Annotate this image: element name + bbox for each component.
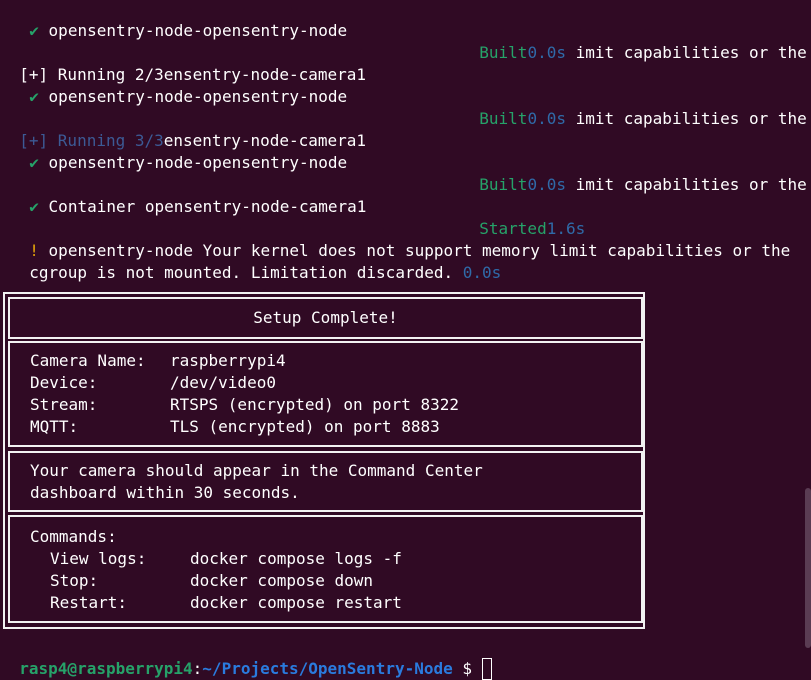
log-line: ! opensentry-node Your kernel does not s…: [10, 218, 790, 260]
check-icon: ✔: [29, 87, 39, 106]
built-status: Built: [479, 109, 528, 128]
log-line: cgroup is not mounted. Limitation discar…: [10, 240, 501, 282]
command-value: docker compose restart: [190, 593, 402, 612]
log-text: opensentry-node-opensentry-node: [48, 21, 348, 40]
log-line: ✔ opensentry-node-opensentry-node: [10, 64, 347, 106]
info-label: Stream:: [30, 395, 98, 414]
log-line: [+] Running 2/3ensentry-node-camera1: [0, 42, 366, 84]
log-text: cgroup is not mounted. Limitation discar…: [29, 263, 454, 282]
commands-title: Commands:: [30, 527, 117, 546]
built-status: Built: [479, 175, 528, 194]
stream-value: RTSPS (encrypted) on port 8322: [170, 395, 459, 414]
command-label: View logs:: [50, 549, 147, 568]
text-cursor[interactable]: [481, 658, 492, 680]
check-icon: ✔: [29, 21, 39, 40]
prompt-path: ~/Projects/OpenSentry-Node: [202, 659, 453, 678]
prompt-separator: :: [192, 659, 203, 678]
shell-prompt[interactable]: rasp4@raspberrypi4:~/Projects/OpenSentry…: [0, 636, 492, 680]
elapsed-time: 0.0s: [527, 109, 566, 128]
log-text: imit capabilities or the: [575, 109, 807, 128]
setup-message-panel: Your camera should appear in the Command…: [8, 451, 643, 512]
log-line: ✔ opensentry-node-opensentry-node: [10, 0, 347, 40]
device-value: /dev/video0: [170, 373, 276, 392]
log-text: opensentry-node-opensentry-node: [48, 153, 348, 172]
info-label: Device:: [30, 373, 98, 392]
log-text: opensentry-node-opensentry-node: [48, 87, 348, 106]
command-value: docker compose logs -f: [190, 549, 402, 568]
prompt-user-host: rasp4@raspberrypi4: [19, 659, 193, 678]
setup-title: Setup Complete!: [253, 308, 398, 327]
check-icon: ✔: [29, 153, 39, 172]
log-line: ✔ Container opensentry-node-camera1: [10, 174, 366, 216]
log-line: Built0.0s imit capabilities or the: [460, 86, 807, 128]
scrollbar[interactable]: [805, 488, 811, 648]
command-label: Restart:: [50, 593, 128, 612]
setup-commands-panel: Commands: View logs: docker compose logs…: [8, 515, 643, 623]
setup-info-panel: Camera Name: raspberrypi4 Device: /dev/v…: [8, 341, 643, 447]
log-line: Built0.0s imit capabilities or the: [460, 20, 807, 62]
built-status: Built: [479, 43, 528, 62]
command-value: docker compose down: [190, 571, 374, 590]
elapsed-time: 0.0s: [527, 43, 566, 62]
log-line: Built0.0s imit capabilities or the: [460, 152, 807, 194]
camera-name-value: raspberrypi4: [170, 351, 286, 370]
log-line: [+] Running 3/3ensentry-node-camera1: [0, 108, 366, 150]
command-label: Stop:: [50, 571, 99, 590]
message-text: dashboard within 30 seconds.: [30, 483, 300, 502]
info-row: Camera Name:: [30, 350, 146, 372]
elapsed-time: 0.0s: [462, 263, 502, 282]
elapsed-time: 0.0s: [527, 175, 566, 194]
message-text: Your camera should appear in the Command…: [30, 461, 483, 480]
log-line: ✔ opensentry-node-opensentry-node: [10, 130, 347, 172]
log-text: imit capabilities or the: [575, 175, 807, 194]
check-icon: ✔: [29, 197, 39, 216]
info-label: MQTT:: [30, 417, 79, 436]
log-line: Started1.6s: [460, 196, 585, 238]
mqtt-value: TLS (encrypted) on port 8883: [170, 417, 440, 436]
setup-title-panel: Setup Complete!: [8, 297, 643, 339]
info-label: Camera Name:: [30, 351, 146, 370]
log-text: Container opensentry-node-camera1: [48, 197, 367, 216]
log-text: imit capabilities or the: [575, 43, 807, 62]
prompt-symbol: $: [462, 659, 473, 678]
